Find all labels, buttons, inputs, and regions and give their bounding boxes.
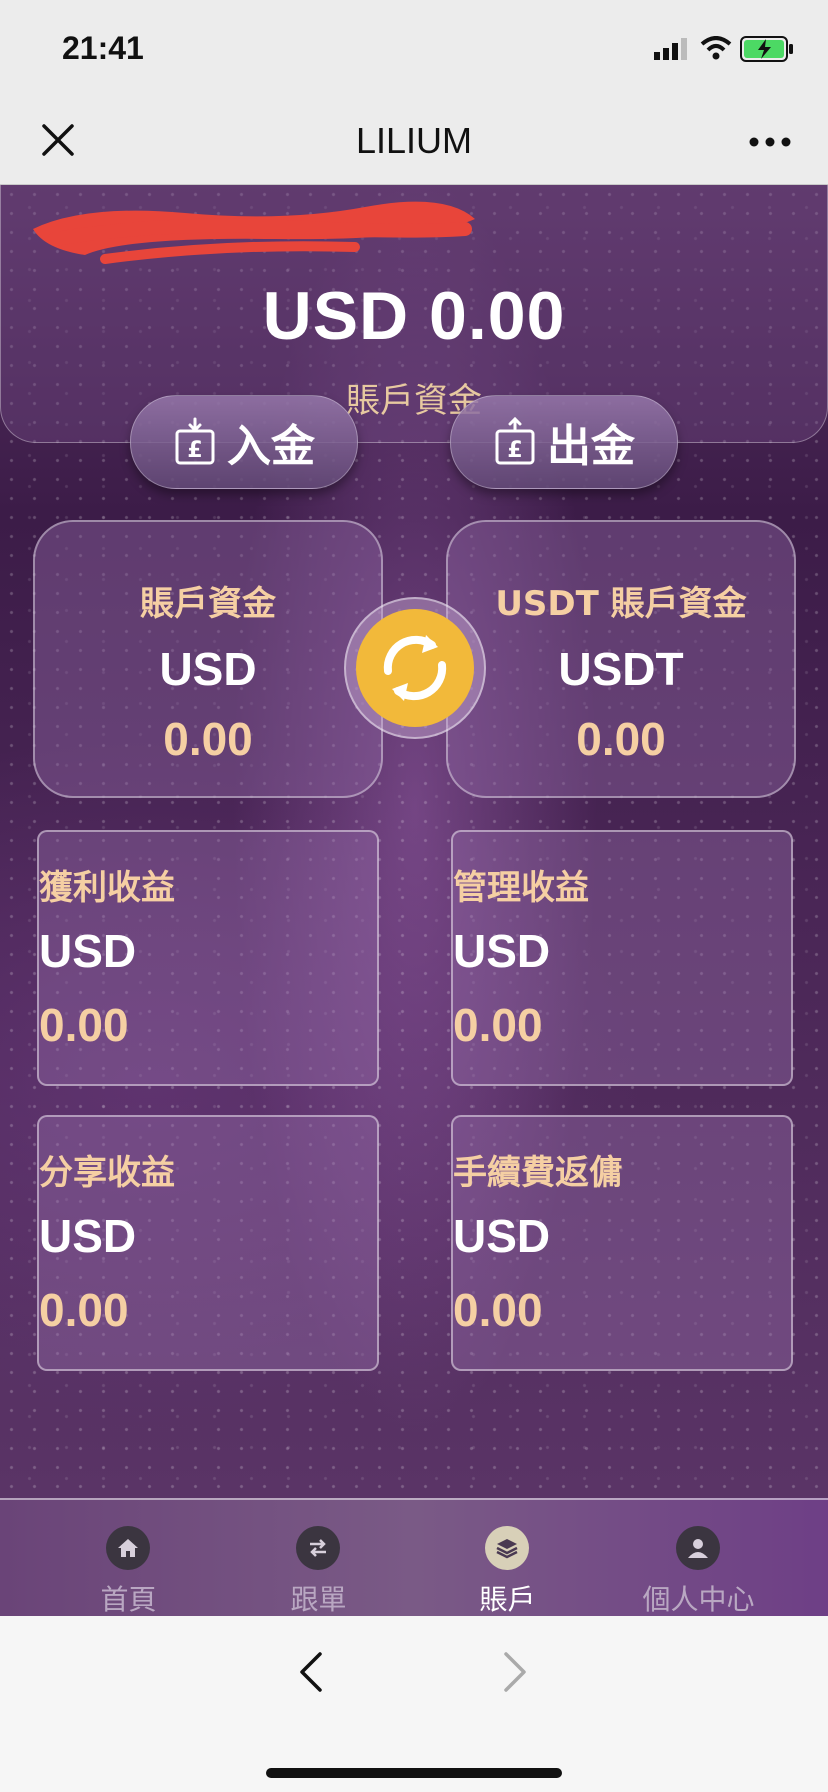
status-time: 21:41 [62, 30, 144, 66]
card-title: 手續費返傭 [453, 1153, 623, 1193]
wifi-icon [700, 36, 732, 60]
deposit-button[interactable]: £ 入金 [130, 395, 358, 489]
card-title: 分享收益 [39, 1153, 175, 1193]
usdt-fund-card[interactable]: USDT 賬戶資金 USDT 0.00 [446, 520, 796, 798]
svg-text:£: £ [507, 438, 522, 463]
card-currency: USD [39, 1210, 137, 1262]
card-currency: USD [159, 643, 257, 695]
card-title: USDT 賬戶資金 [495, 584, 747, 624]
tab-label: 個人中心 [642, 1583, 755, 1616]
refresh-icon [383, 635, 447, 701]
forward-arrow-icon[interactable] [500, 1650, 530, 1694]
battery-charging-icon [740, 36, 793, 62]
status-bar: 21:41 [0, 0, 828, 100]
tab-label: 跟單 [290, 1583, 347, 1616]
profit-earnings-card[interactable]: 獲利收益 USD 0.00 [37, 830, 379, 1086]
layers-icon [485, 1526, 529, 1570]
svg-text:£: £ [187, 438, 202, 463]
card-value: 0.00 [39, 999, 129, 1051]
card-value: 0.00 [453, 1284, 543, 1336]
deposit-icon: £ [175, 417, 215, 465]
fee-rebate-card[interactable]: 手續費返傭 USD 0.00 [451, 1115, 793, 1371]
card-currency: USD [453, 1210, 551, 1262]
withdraw-label: 出金 [547, 421, 635, 472]
card-currency: USD [39, 925, 137, 977]
share-earnings-card[interactable]: 分享收益 USD 0.00 [37, 1115, 379, 1371]
total-balance: USD 0.00 [262, 278, 566, 354]
person-icon [676, 1526, 720, 1570]
account-fund-card[interactable]: 賬戶資金 USD 0.00 [33, 520, 383, 798]
tab-bar: 首頁 跟單 賬戶 個人中心 [0, 1498, 828, 1618]
tab-profile[interactable]: 個人中心 [595, 1500, 802, 1618]
swap-circle [356, 609, 474, 727]
management-earnings-card[interactable]: 管理收益 USD 0.00 [451, 830, 793, 1086]
browser-toolbar [0, 1616, 828, 1792]
redacted-username [33, 201, 475, 264]
account-content: USD 0.00 賬戶資金 £ 入金 £ 出金 賬戶資金 USD 0.00 US… [0, 185, 828, 1498]
card-value: 0.00 [39, 1284, 129, 1336]
card-value: 0.00 [576, 713, 666, 765]
tab-copy-trade[interactable]: 跟單 [215, 1500, 422, 1618]
cellular-signal-icon [654, 38, 687, 60]
balance-card: USD 0.00 賬戶資金 [0, 185, 828, 443]
home-icon [106, 1526, 150, 1570]
page-title: LILIUM [355, 120, 473, 161]
back-arrow-icon[interactable] [296, 1650, 326, 1694]
swap-arrows-icon [296, 1526, 340, 1570]
card-value: 0.00 [163, 713, 253, 765]
swap-funds-button[interactable] [344, 597, 486, 739]
card-value: 0.00 [453, 999, 543, 1051]
tab-account[interactable]: 賬戶 [404, 1500, 611, 1618]
withdraw-button[interactable]: £ 出金 [450, 395, 678, 489]
card-title: 賬戶資金 [140, 584, 276, 624]
nav-bar: LILIUM [0, 100, 828, 185]
more-options-icon[interactable] [748, 136, 792, 148]
withdraw-icon: £ [495, 417, 535, 465]
home-indicator[interactable] [266, 1768, 562, 1778]
card-title: 管理收益 [453, 868, 589, 908]
tab-label: 首頁 [100, 1583, 157, 1616]
balance-label: 賬戶資金 [346, 381, 482, 421]
tab-label: 賬戶 [479, 1583, 536, 1616]
card-currency: USDT [558, 643, 684, 695]
deposit-label: 入金 [227, 421, 315, 472]
tab-home[interactable]: 首頁 [25, 1500, 232, 1618]
card-currency: USD [453, 925, 551, 977]
card-title: 獲利收益 [39, 868, 175, 908]
